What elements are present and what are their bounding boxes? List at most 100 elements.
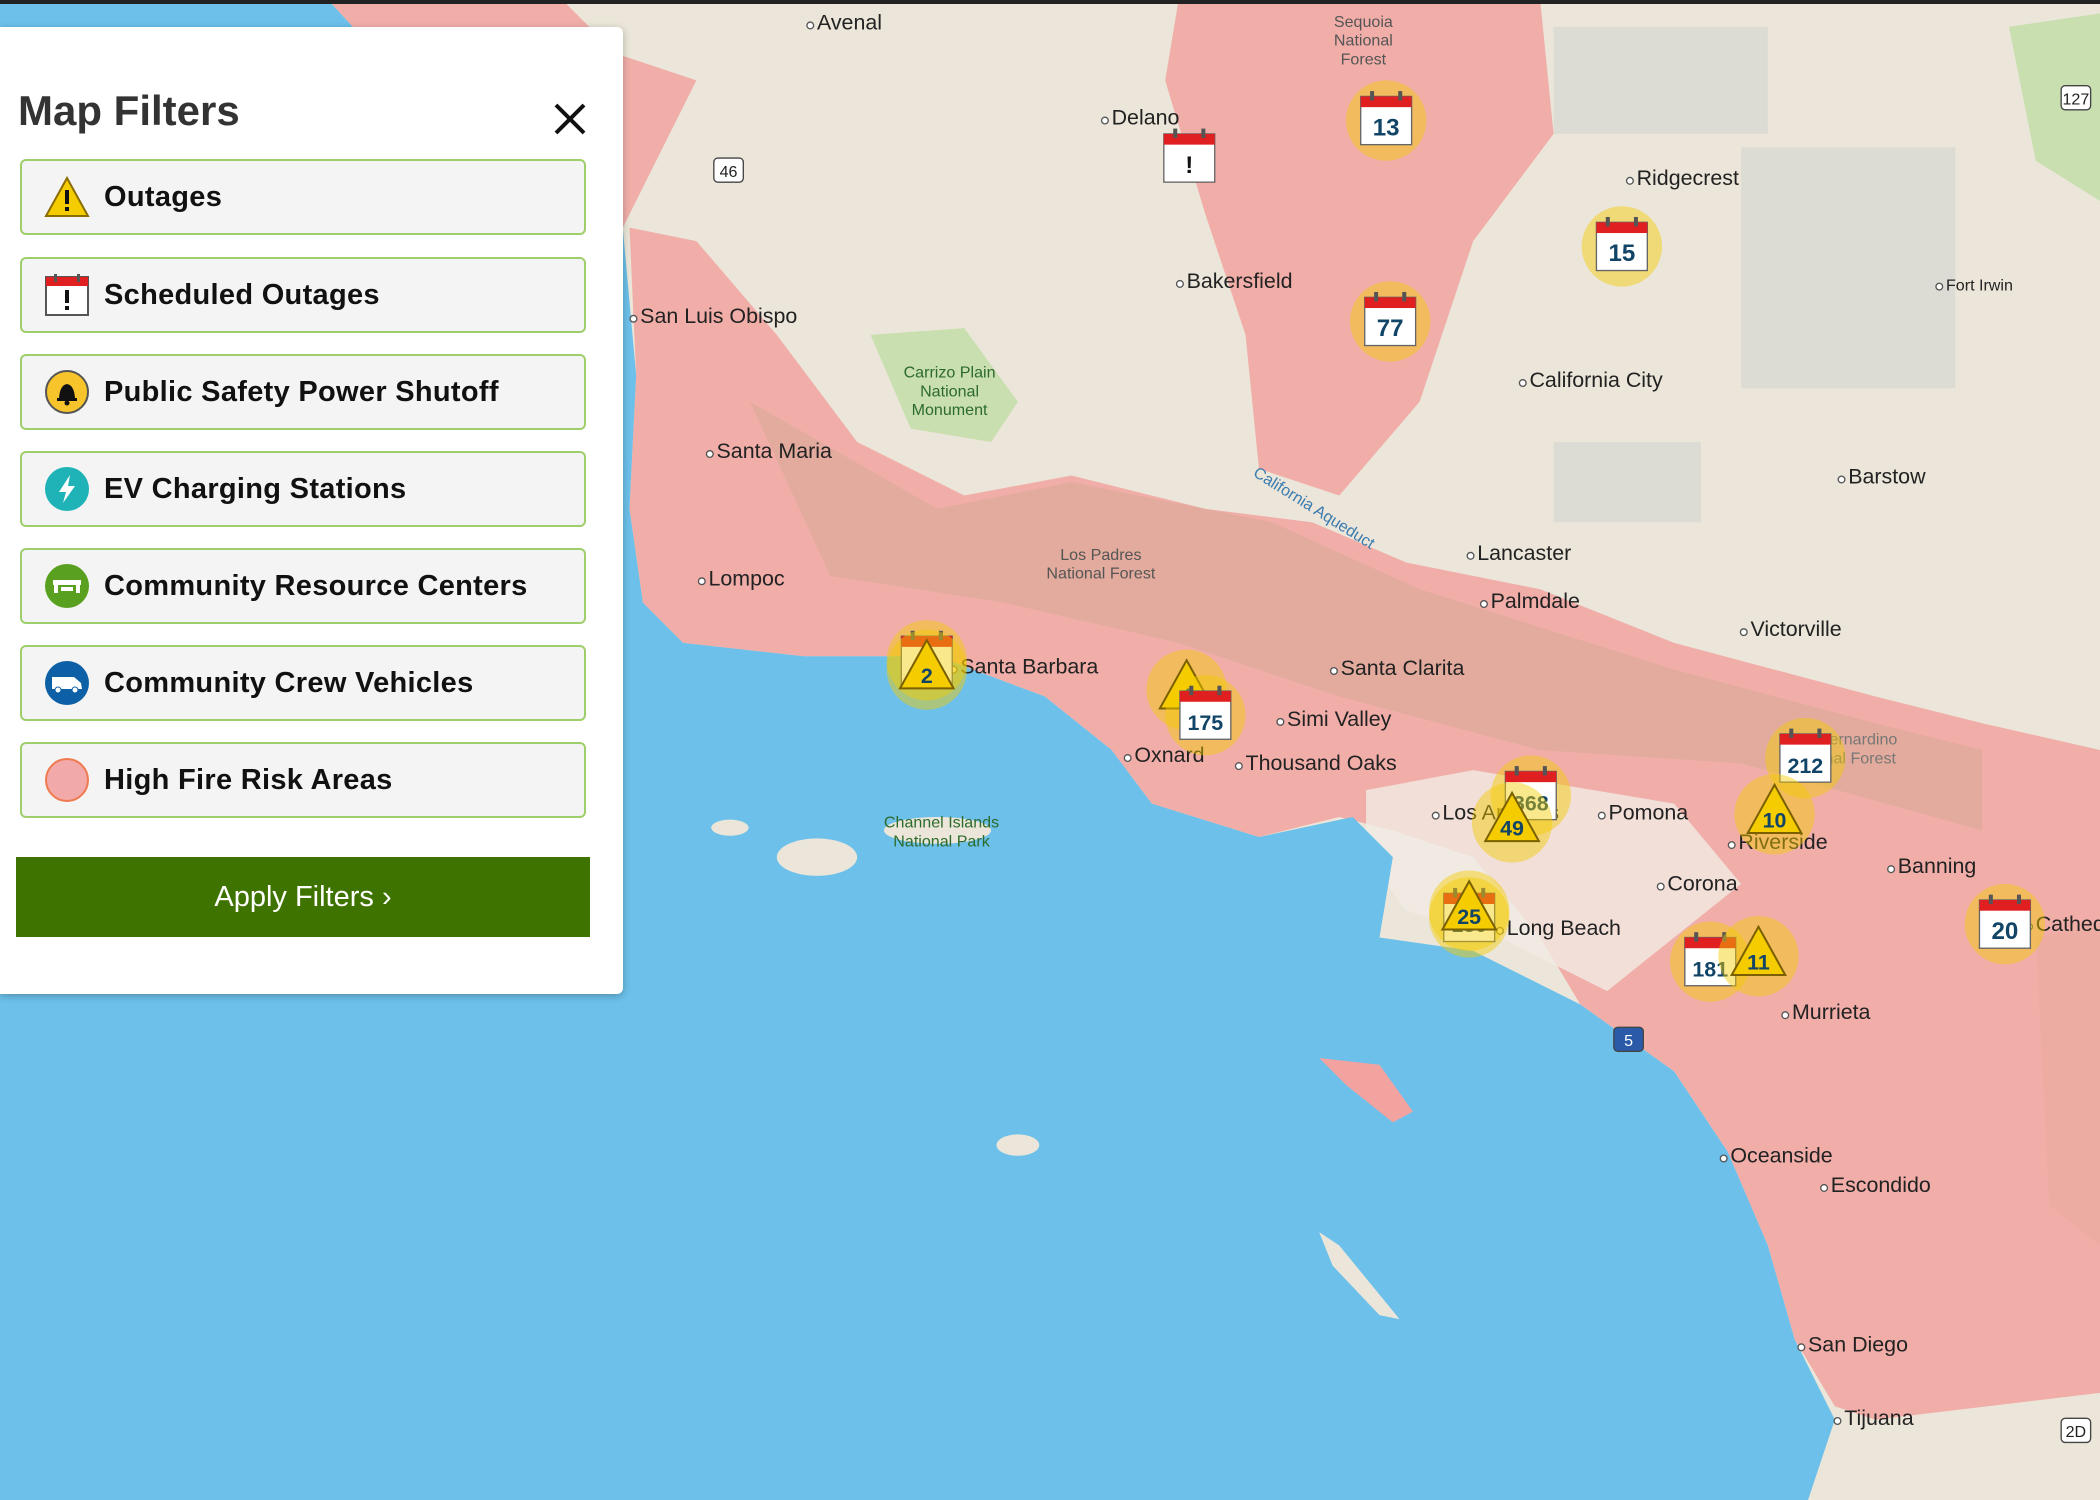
city-label: Lompoc bbox=[708, 566, 784, 590]
marker-count: 25 bbox=[1457, 905, 1481, 929]
city-label: Murrieta bbox=[1792, 1000, 1871, 1024]
filter-psps[interactable]: Public Safety Power Shutoff bbox=[20, 354, 586, 430]
scheduled-outage-marker[interactable]: 15 bbox=[1581, 206, 1663, 287]
map-filters-panel: Map Filters Outages Scheduled Outages Pu… bbox=[0, 27, 623, 994]
marker-count: 15 bbox=[1608, 240, 1635, 267]
scheduled-outage-marker[interactable]: ! bbox=[1163, 128, 1216, 183]
city-dot bbox=[1656, 882, 1665, 891]
city-label: Santa Clarita bbox=[1341, 656, 1465, 680]
close-icon[interactable] bbox=[548, 97, 592, 141]
city-dot bbox=[1781, 1011, 1790, 1020]
city-dot bbox=[705, 449, 714, 459]
road-shield-label: 5 bbox=[1624, 1032, 1633, 1050]
city-dot bbox=[1625, 176, 1634, 185]
scheduled-outage-marker[interactable]: 175 bbox=[1165, 675, 1246, 756]
outage-marker[interactable]: 25 bbox=[1429, 870, 1510, 951]
city-dot bbox=[1837, 475, 1846, 484]
marker-count: 13 bbox=[1373, 114, 1400, 141]
city-dot bbox=[1175, 279, 1184, 288]
city-label: Barstow bbox=[1848, 464, 1926, 488]
marker-count: 11 bbox=[1747, 951, 1770, 975]
city-label: San Luis Obispo bbox=[640, 304, 797, 328]
scheduled-outage-marker[interactable]: 20 bbox=[1964, 883, 2046, 965]
city-dot bbox=[1518, 379, 1527, 388]
city-dot bbox=[1234, 762, 1243, 771]
city-dot bbox=[1833, 1416, 1842, 1425]
city-label: Santa Barbara bbox=[960, 655, 1098, 679]
marker-count: 77 bbox=[1377, 315, 1404, 342]
scheduled-outage-marker[interactable]: 77 bbox=[1350, 281, 1431, 362]
city-label: Ridgecrest bbox=[1637, 166, 1739, 190]
calendar-alert-icon bbox=[44, 272, 90, 318]
filter-label: EV Charging Stations bbox=[104, 472, 407, 505]
filter-resource-centers[interactable]: Community Resource Centers bbox=[20, 548, 586, 624]
city-dot bbox=[1739, 628, 1748, 637]
city-label: Cathedral City bbox=[2036, 912, 2100, 936]
city-label: Palmdale bbox=[1491, 589, 1580, 613]
marker-count: ! bbox=[1185, 152, 1193, 179]
filter-label: Community Crew Vehicles bbox=[104, 666, 474, 699]
marker-count: 49 bbox=[1500, 817, 1524, 841]
park-label: Sequoia National Forest bbox=[1334, 13, 1393, 69]
city-dot bbox=[1431, 811, 1440, 820]
panel-title: Map Filters bbox=[18, 87, 240, 134]
road-shield-label: 46 bbox=[720, 163, 738, 181]
park-label: Los Padres National Forest bbox=[1046, 546, 1155, 583]
window-top-border bbox=[0, 0, 2100, 4]
road-shield-label: 2D bbox=[2066, 1423, 2087, 1441]
city-label: Delano bbox=[1112, 106, 1180, 130]
marker-count: 212 bbox=[1787, 754, 1823, 778]
outage-marker[interactable]: 10 bbox=[1734, 774, 1815, 855]
city-dot bbox=[1329, 666, 1338, 675]
lightning-icon bbox=[44, 466, 90, 512]
city-dot bbox=[1820, 1183, 1829, 1192]
city-dot bbox=[1797, 1343, 1806, 1352]
filter-ev-charging[interactable]: EV Charging Stations bbox=[20, 451, 586, 527]
city-label: Simi Valley bbox=[1287, 707, 1392, 731]
marker-count: 10 bbox=[1763, 809, 1787, 833]
city-label: San Diego bbox=[1808, 1332, 1908, 1356]
marker-count: 20 bbox=[1992, 918, 2019, 945]
filter-label: Public Safety Power Shutoff bbox=[104, 375, 499, 408]
city-dot bbox=[1597, 811, 1606, 820]
marker-count: 175 bbox=[1187, 711, 1223, 735]
filter-label: Outages bbox=[104, 180, 223, 213]
filter-crew-vehicles[interactable]: Community Crew Vehicles bbox=[20, 645, 586, 721]
city-dot bbox=[1887, 865, 1896, 874]
city-dot bbox=[1276, 717, 1285, 726]
bell-icon bbox=[44, 369, 90, 415]
fire-risk-circle-icon bbox=[44, 757, 90, 803]
outage-marker[interactable]: 11 bbox=[1718, 916, 1799, 997]
filter-high-fire-risk[interactable]: High Fire Risk Areas bbox=[20, 742, 586, 818]
city-label: Escondido bbox=[1831, 1173, 1931, 1197]
filter-label: High Fire Risk Areas bbox=[104, 763, 393, 796]
city-dot bbox=[1727, 841, 1736, 850]
city-dot bbox=[1100, 116, 1109, 125]
city-label: Long Beach bbox=[1507, 916, 1621, 940]
city-dot bbox=[1479, 600, 1488, 609]
outage-marker[interactable]: 2 bbox=[886, 629, 967, 710]
park-label: Channel Islands National Park bbox=[884, 814, 999, 851]
marker-count: 2 bbox=[921, 664, 933, 688]
city-label: Thousand Oaks bbox=[1246, 751, 1397, 775]
resource-center-icon bbox=[44, 563, 90, 609]
road-shield-label: 127 bbox=[2062, 90, 2089, 108]
city-dot bbox=[629, 314, 638, 323]
filter-label: Scheduled Outages bbox=[104, 278, 380, 311]
filter-scheduled-outages[interactable]: Scheduled Outages bbox=[20, 257, 586, 333]
warning-triangle-icon bbox=[44, 174, 90, 220]
city-dot bbox=[1719, 1154, 1728, 1163]
van-icon bbox=[44, 660, 90, 706]
city-label: Corona bbox=[1667, 872, 1737, 896]
city-dot bbox=[1123, 754, 1132, 763]
city-label: Victorville bbox=[1750, 617, 1841, 641]
city-label: Avenal bbox=[817, 10, 882, 34]
city-dot bbox=[1935, 282, 1944, 291]
apply-filters-button[interactable]: Apply Filters › bbox=[16, 857, 590, 937]
city-label: Pomona bbox=[1608, 801, 1688, 825]
filter-outages[interactable]: Outages bbox=[20, 159, 586, 235]
city-label: Fort Irwin bbox=[1946, 277, 2013, 295]
scheduled-outage-marker[interactable]: 13 bbox=[1345, 80, 1427, 161]
outage-marker[interactable]: 49 bbox=[1471, 782, 1553, 863]
filter-label: Community Resource Centers bbox=[104, 569, 528, 602]
